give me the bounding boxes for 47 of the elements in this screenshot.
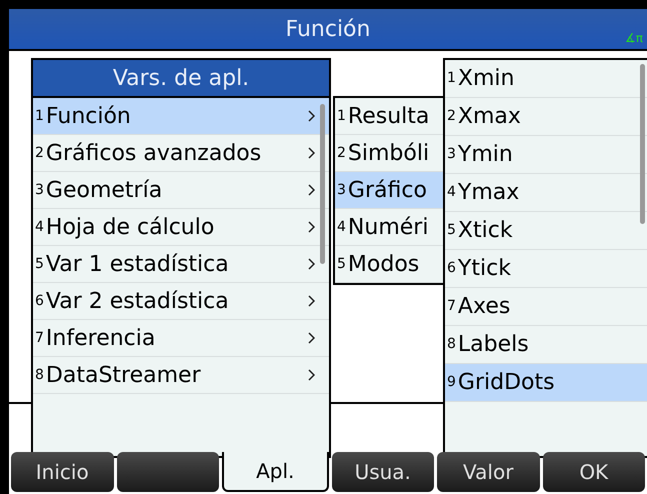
item-number: 5 (35, 254, 44, 274)
item-number: 1 (35, 106, 44, 126)
item-number: 1 (447, 69, 456, 88)
item-label: Labels (458, 331, 530, 359)
item-number: 4 (35, 218, 44, 236)
item-number: 5 (337, 254, 346, 274)
item-number: 2 (337, 144, 346, 162)
item-number: 8 (447, 335, 456, 354)
item-number: 6 (35, 292, 44, 310)
item-label: Modos (348, 250, 420, 278)
item-number: 7 (35, 328, 44, 348)
angle-indicator: ∡π (625, 30, 643, 47)
item-number: 5 (447, 221, 456, 240)
item-number: 7 (447, 297, 456, 316)
item-label: DataStreamer (46, 362, 202, 390)
item-label: Función (46, 102, 132, 130)
item-number: 3 (35, 180, 44, 200)
item-number: 8 (35, 366, 44, 384)
item-number: 2 (35, 144, 44, 162)
item-label: Xmin (458, 65, 516, 93)
item-number: 9 (447, 373, 456, 392)
item-label: Ymax (458, 179, 520, 207)
item-label: Var 1 estadística (46, 250, 230, 278)
item-label: Ymin (458, 141, 514, 169)
item-label: Simbóli (348, 140, 430, 168)
item-label: Geometría (46, 176, 164, 204)
item-number: 4 (447, 183, 456, 202)
item-label: Inferencia (46, 324, 156, 352)
item-label: Axes (458, 293, 512, 321)
item-number: 4 (337, 218, 346, 236)
item-number: 3 (337, 180, 346, 200)
item-label: Resulta (348, 102, 430, 130)
item-label: Ytick (458, 255, 512, 283)
menu-title: Vars. de apl. (33, 60, 329, 98)
item-label: Gráfico (348, 176, 428, 204)
item-label: Gráficos avanzados (46, 140, 262, 168)
item-label: Hoja de cálculo (46, 214, 216, 242)
window-title: Función (286, 16, 370, 44)
item-label: Var 2 estadística (46, 288, 230, 316)
item-label: GridDots (458, 369, 556, 397)
item-number: 2 (447, 107, 456, 126)
item-label: Xtick (458, 217, 514, 245)
item-number: 1 (337, 106, 346, 126)
item-number: 6 (447, 259, 456, 278)
item-label: Xmax (458, 103, 522, 131)
item-number: 3 (447, 145, 456, 164)
item-label: Numéri (348, 214, 430, 242)
